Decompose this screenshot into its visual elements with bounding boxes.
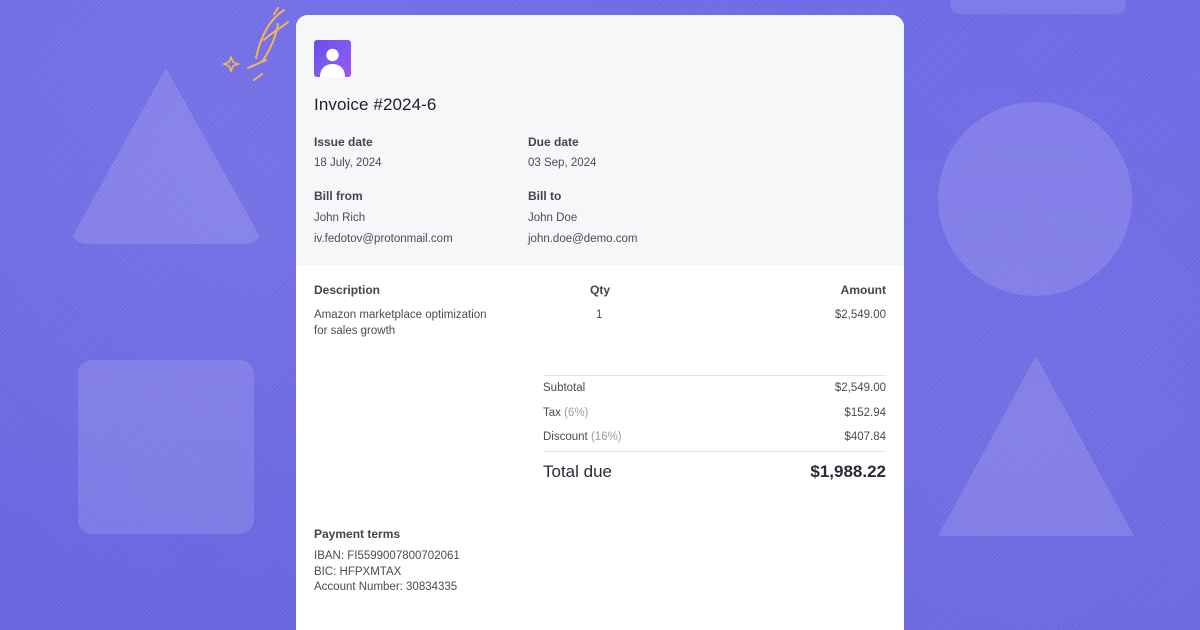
amount-header: Amount <box>840 283 886 297</box>
invoice-card: Invoice #2024-6 Issue date 18 July, 2024… <box>296 15 904 630</box>
bill-from-name: John Rich <box>314 212 366 224</box>
decorative-bar-top-right <box>950 0 1126 14</box>
invoice-title: Invoice #2024-6 <box>314 95 437 114</box>
account-number-value: Account Number: 30834335 <box>314 581 458 593</box>
totals-section: Subtotal $2,549.00 Tax (6%) $152.94 Disc… <box>543 375 886 492</box>
bic-value: BIC: HFPXMTAX <box>314 565 402 578</box>
discount-value: $407.84 <box>844 431 886 443</box>
decorative-circle-right <box>938 102 1132 296</box>
payment-terms-label: Payment terms <box>314 527 401 541</box>
invoice-header: Invoice #2024-6 Issue date 18 July, 2024… <box>296 15 904 265</box>
issue-date-label: Issue date <box>314 135 373 149</box>
subtotal-label: Subtotal <box>543 382 586 394</box>
discount-row: Discount (16%) $407.84 <box>543 425 886 449</box>
bill-to-label: Bill to <box>528 189 562 203</box>
issue-date-value: 18 July, 2024 <box>314 157 382 169</box>
payment-terms-section: Payment terms IBAN: FI5599007800702061 B… <box>314 527 460 596</box>
item-amount: $2,549.00 <box>834 309 886 321</box>
tax-rate: (6%) <box>564 406 589 419</box>
bill-from-email: iv.fedotov@protonmail.com <box>314 233 453 245</box>
due-date-label: Due date <box>528 135 579 149</box>
iban-value: IBAN: FI5599007800702061 <box>314 550 460 562</box>
tax-label: Tax <box>543 406 561 419</box>
bill-to-name: John Doe <box>528 212 578 224</box>
total-due-row: Total due $1,988.22 <box>543 452 886 492</box>
description-header: Description <box>314 283 381 297</box>
tax-row: Tax (6%) $152.94 <box>543 401 886 426</box>
subtotal-value: $2,549.00 <box>834 382 886 394</box>
item-qty: 1 <box>596 309 603 321</box>
tax-value: $152.94 <box>844 406 886 419</box>
item-description-line1: Amazon marketplace optimization <box>314 309 487 321</box>
qty-header: Qty <box>590 283 611 297</box>
subtotal-row: Subtotal $2,549.00 <box>543 376 886 401</box>
user-avatar-icon <box>314 40 351 77</box>
discount-label-group: Discount (16%) <box>543 431 622 443</box>
total-due-value: $1,988.22 <box>810 462 886 481</box>
bill-from-label: Bill from <box>314 189 363 203</box>
sparkle-decoration-icon <box>221 7 289 81</box>
decorative-square-left <box>78 360 254 534</box>
discount-label: Discount <box>543 431 588 443</box>
discount-rate: (16%) <box>590 431 622 443</box>
total-due-label: Total due <box>543 462 612 481</box>
due-date-value: 03 Sep, 2024 <box>528 157 597 169</box>
tax-label-group: Tax (6%) <box>543 407 588 419</box>
item-description-line2: for sales growth <box>314 325 396 337</box>
bill-to-email: john.doe@demo.com <box>528 233 638 245</box>
item-description: Amazon marketplace optimization for sale… <box>314 307 487 339</box>
